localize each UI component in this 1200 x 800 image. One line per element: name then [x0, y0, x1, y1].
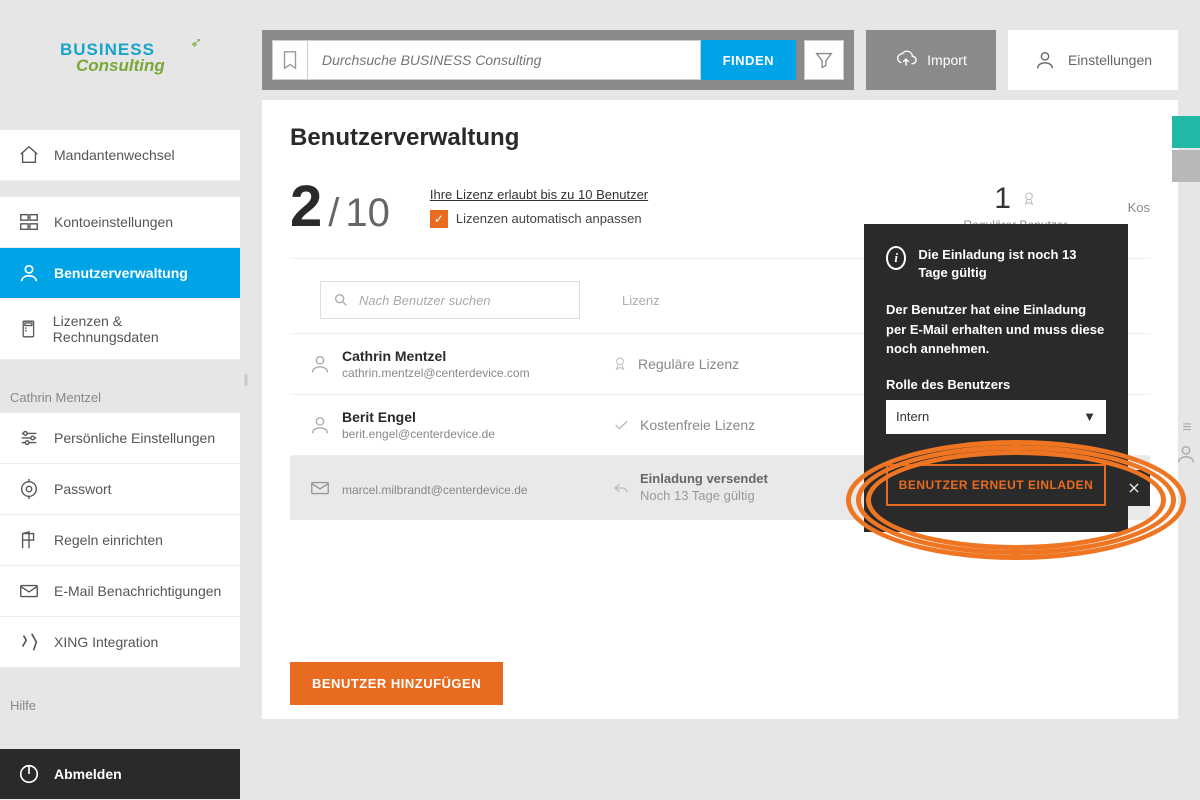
edge-bottom-controls: ≡ [1172, 419, 1200, 465]
badge-icon [1021, 189, 1037, 209]
user-icon [309, 353, 331, 375]
chevron-down-icon: ▼ [1083, 409, 1096, 424]
sidebar-account-settings[interactable]: Kontoeinstellungen [0, 197, 240, 248]
bookmark-icon[interactable] [272, 40, 308, 80]
sidebar-user-label: Cathrin Mentzel [0, 376, 240, 413]
popover-body: Der Benutzer hat eine Einladung per E-Ma… [886, 300, 1106, 359]
invitation-popover: i Die Einladung ist noch 13 Tage gültig … [864, 224, 1128, 532]
edge-tab-grey[interactable] [1172, 150, 1200, 182]
sidebar-personal-settings[interactable]: Persönliche Einstellungen [0, 413, 240, 464]
sidebar-licenses-billing[interactable]: Lizenzen & Rechnungsdaten [0, 299, 240, 360]
info-icon: i [886, 246, 906, 270]
role-label: Rolle des Benutzers [886, 377, 1106, 392]
sidebar-collapse-handle[interactable]: ║ [240, 360, 252, 400]
top-settings-label: Einstellungen [1068, 52, 1152, 68]
user-license: Reguläre Lizenz [638, 356, 739, 372]
search-block: FINDEN [262, 30, 854, 90]
badge-icon [612, 354, 628, 374]
drag-handle-icon[interactable]: ≡ [1182, 419, 1189, 437]
pending-status: Einladung versendet Noch 13 Tage gültig [640, 471, 768, 505]
sidebar-help[interactable]: Hilfe [0, 684, 240, 721]
add-user-button[interactable]: BENUTZER HINZUFÜGEN [290, 662, 503, 705]
close-icon [1127, 481, 1141, 495]
import-label: Import [927, 52, 967, 68]
user-email: berit.engel@centerdevice.de [342, 427, 612, 441]
role-select[interactable]: Intern ▼ [886, 400, 1106, 434]
mail-icon [309, 477, 331, 499]
edge-tabs [1172, 116, 1200, 184]
sidebar-tenant-switch[interactable]: Mandantenwechsel [0, 130, 240, 181]
top-settings-button[interactable]: Einstellungen [1008, 30, 1178, 90]
arrow-icon: ➶ [190, 34, 202, 51]
check-icon [612, 416, 630, 434]
popover-title: Die Einladung ist noch 13 Tage gültig [918, 246, 1106, 282]
license-info-link[interactable]: Ihre Lizenz erlaubt bis zu 10 Benutzer [430, 187, 648, 202]
reply-icon [612, 479, 630, 497]
pending-user-email: marcel.milbrandt@centerdevice.de [342, 483, 612, 497]
sidebar-user-management[interactable]: Benutzerverwaltung [0, 248, 240, 299]
sidebar-email-notifications[interactable]: E-Mail Benachrichtigungen [0, 566, 240, 617]
global-search-input[interactable] [308, 40, 701, 80]
user-name: Cathrin Mentzel [342, 348, 612, 364]
user-email: cathrin.mentzel@centerdevice.com [342, 366, 612, 380]
user-icon[interactable] [1175, 443, 1197, 465]
free-users-hint: Kos [1128, 200, 1150, 215]
filter-button[interactable] [804, 40, 844, 80]
user-license: Kostenfreie Lizenz [640, 417, 755, 433]
search-icon [333, 292, 349, 308]
reinvite-user-button[interactable]: BENUTZER ERNEUT EINLADEN [886, 464, 1106, 506]
sidebar-password[interactable]: Passwort [0, 464, 240, 515]
auto-adjust-checkbox[interactable]: ✓ [430, 210, 448, 228]
auto-adjust-label: Lizenzen automatisch anpassen [456, 211, 642, 226]
sidebar-rules[interactable]: Regeln einrichten [0, 515, 240, 566]
import-button[interactable]: Import [866, 30, 996, 90]
license-column-label: Lizenz [622, 293, 660, 308]
brand-logo: ➶ BUSINESS Consulting [60, 40, 200, 76]
main-content: Benutzerverwaltung 2 /10 Ihre Lizenz erl… [262, 100, 1178, 719]
license-info: Ihre Lizenz erlaubt bis zu 10 Benutzer ✓… [430, 187, 648, 228]
user-name: Berit Engel [342, 409, 612, 425]
license-count: 2 /10 [290, 178, 390, 236]
edge-tab-teal[interactable] [1172, 116, 1200, 148]
user-search-input[interactable]: Nach Benutzer suchen [320, 281, 580, 319]
sidebar-xing-integration[interactable]: XING Integration [0, 617, 240, 668]
user-icon [309, 414, 331, 436]
sidebar-logout[interactable]: Abmelden [0, 749, 240, 800]
page-title: Benutzerverwaltung [290, 124, 1150, 152]
sidebar: Mandantenwechsel Kontoeinstellungen Benu… [0, 130, 240, 800]
find-button[interactable]: FINDEN [701, 40, 796, 80]
top-bar: FINDEN Import Einstellungen [262, 30, 1178, 90]
